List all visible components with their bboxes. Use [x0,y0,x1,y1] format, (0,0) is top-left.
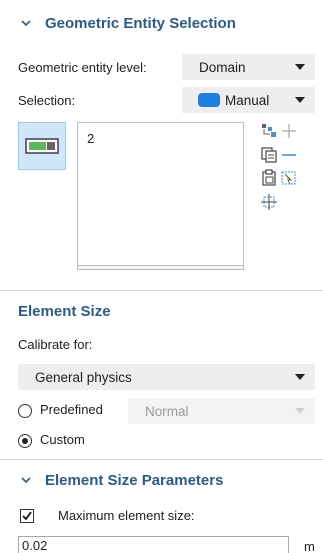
toggle-switch-icon [25,138,59,154]
activate-selection-icon[interactable] [279,168,299,188]
custom-radio[interactable] [18,434,32,448]
max-size-label: Maximum element size: [58,508,195,523]
chevron-down-icon[interactable] [19,473,33,487]
max-size-input[interactable]: 0.02 [18,536,289,553]
unit-label: m [304,539,315,553]
element-size-parameters-header[interactable]: Element Size Parameters [0,469,323,491]
section-title: Element Size [18,302,111,320]
selection-list[interactable]: 2 [77,122,244,270]
section-divider [0,459,323,460]
predefined-value: Normal [145,403,189,419]
custom-label: Custom [40,432,85,447]
entity-level-label: Geometric entity level: [18,60,147,75]
list-scrollbar[interactable] [78,265,243,269]
calibrate-select[interactable]: General physics [18,364,315,390]
dropdown-arrow-icon [295,374,305,380]
dropdown-arrow-icon [295,64,305,70]
checkmark-icon [22,511,32,521]
calibrate-label: Calibrate for: [18,337,93,352]
element-size-header: Element Size [0,300,323,322]
add-to-selection-icon[interactable] [279,121,299,141]
active-selection-toggle[interactable] [18,122,66,170]
section-title: Element Size Parameters [45,471,224,489]
section-title: Geometric Entity Selection [45,14,236,32]
zoom-to-selection-icon[interactable] [259,192,279,212]
geometric-entity-selection-header[interactable]: Geometric Entity Selection [0,12,323,34]
max-size-checkbox[interactable] [20,509,34,523]
entity-level-select[interactable]: Domain [182,54,315,80]
selection-color-swatch [198,93,220,107]
dropdown-arrow-icon [295,97,305,103]
selection-value: Manual [225,92,270,108]
calibrate-value: General physics [35,369,132,385]
list-item[interactable]: 2 [87,131,94,146]
copy-selection-icon[interactable] [259,145,279,165]
predefined-select[interactable]: Normal [128,398,315,424]
selection-select[interactable]: Manual [182,87,315,113]
clear-selection-icon[interactable] [259,168,279,188]
predefined-label: Predefined [40,402,103,417]
remove-from-selection-icon[interactable] [279,145,299,165]
dropdown-arrow-icon [295,408,305,414]
entity-level-value: Domain [199,59,246,75]
section-divider [0,290,323,291]
predefined-radio[interactable] [18,404,32,418]
chevron-down-icon[interactable] [19,16,33,30]
paste-selection-icon[interactable] [259,121,279,141]
selection-label: Selection: [18,93,76,108]
